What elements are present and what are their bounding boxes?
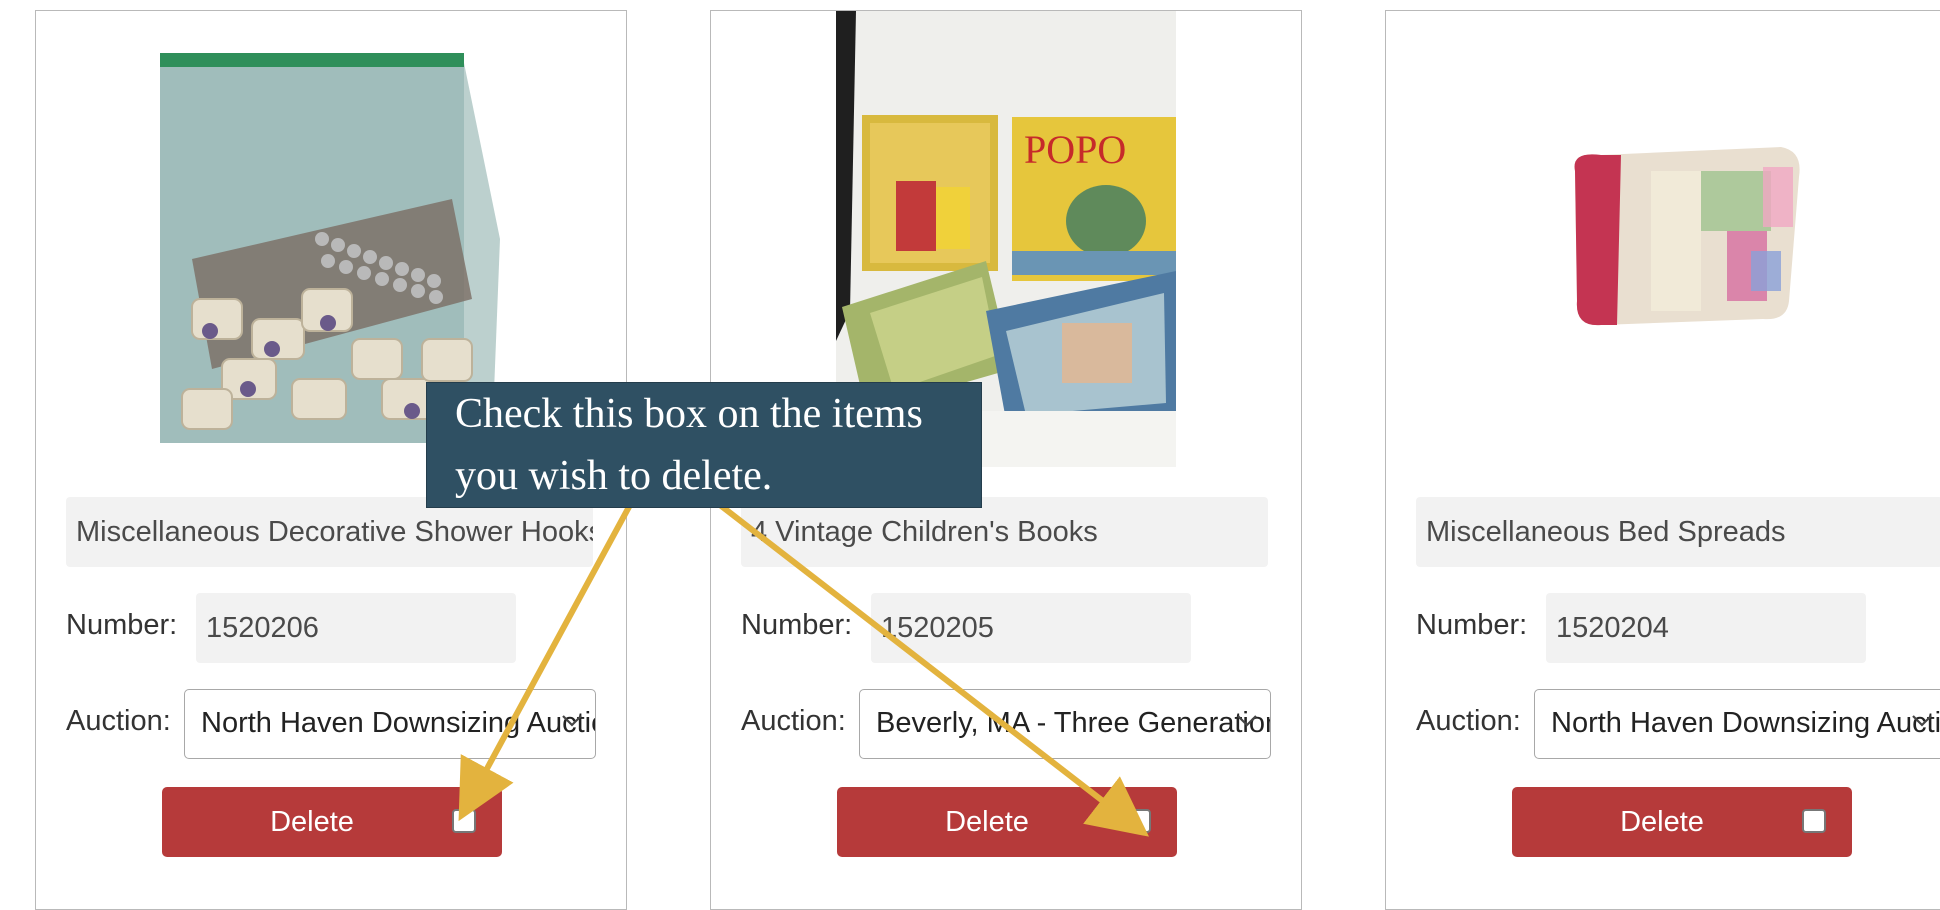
- number-label: Number:: [1416, 609, 1528, 641]
- auction-label: Auction:: [741, 705, 846, 737]
- delete-instruction-tooltip: Check this box on the items you wish to …: [426, 382, 982, 508]
- item-title-field[interactable]: Miscellaneous Bed Spreads: [1416, 497, 1940, 567]
- item-number-field[interactable]: 1520205: [871, 593, 1191, 663]
- delete-checkbox[interactable]: [452, 809, 476, 833]
- delete-button-label: Delete: [1620, 806, 1704, 838]
- delete-button-label: Delete: [945, 806, 1029, 838]
- item-number-field[interactable]: 1520206: [196, 593, 516, 663]
- delete-checkbox[interactable]: [1127, 809, 1151, 833]
- chevron-down-icon: [562, 715, 582, 727]
- auction-label: Auction:: [66, 705, 171, 737]
- auction-select-value: Beverly, MA - Three Generations: [876, 707, 1271, 739]
- delete-button[interactable]: Delete: [162, 787, 502, 857]
- number-label: Number:: [741, 609, 853, 641]
- delete-button[interactable]: Delete: [837, 787, 1177, 857]
- chevron-down-icon: [1912, 715, 1932, 727]
- delete-button[interactable]: Delete: [1512, 787, 1852, 857]
- item-photo-bed-spreads: [1531, 111, 1831, 351]
- delete-button-label: Delete: [270, 806, 354, 838]
- chevron-down-icon: [1237, 715, 1257, 727]
- auction-select[interactable]: Beverly, MA - Three Generations: [859, 689, 1271, 759]
- auction-select[interactable]: North Haven Downsizing Auction: [1534, 689, 1940, 759]
- auction-select[interactable]: North Haven Downsizing Auction: [184, 689, 596, 759]
- auction-select-value: North Haven Downsizing Auction: [1551, 707, 1940, 739]
- auction-label: Auction:: [1416, 705, 1521, 737]
- item-card: Miscellaneous Bed Spreads Number: 152020…: [1385, 10, 1940, 910]
- item-number-field[interactable]: 1520204: [1546, 593, 1866, 663]
- number-label: Number:: [66, 609, 178, 641]
- svg-text:POPO: POPO: [1024, 127, 1126, 172]
- auction-select-value: North Haven Downsizing Auction: [201, 707, 596, 739]
- delete-checkbox[interactable]: [1802, 809, 1826, 833]
